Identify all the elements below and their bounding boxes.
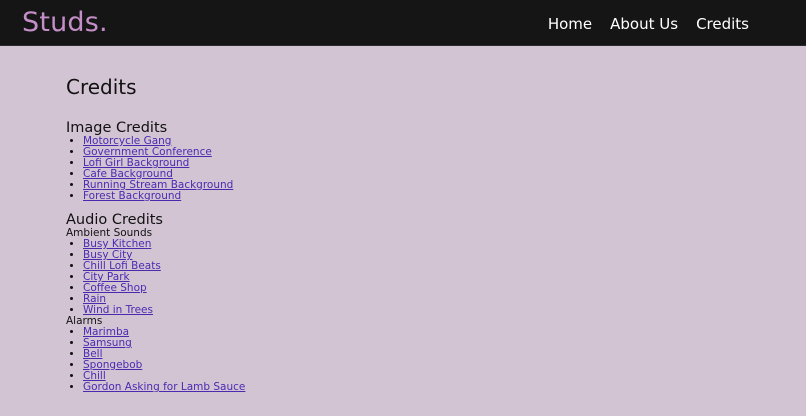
list-item: Coffee Shop — [83, 283, 766, 294]
list-item: Forest Background — [83, 191, 766, 202]
credit-link-forest-background[interactable]: Forest Background — [83, 190, 181, 202]
list-item: Rain — [83, 294, 766, 305]
alarms-label: Alarms — [66, 315, 103, 327]
list-item: Busy City — [83, 250, 766, 261]
image-credits-list: Motorcycle Gang Government Conference Lo… — [66, 136, 766, 202]
audio-credits-heading: Audio Credits — [66, 212, 163, 228]
nav-about-us-link[interactable]: About Us — [610, 14, 678, 34]
nav-links: Home About Us Credits — [548, 14, 749, 34]
list-item: Marimba — [83, 327, 766, 338]
image-credits-heading: Image Credits — [66, 120, 168, 136]
list-item: Chill Lofi Beats — [83, 261, 766, 272]
list-item: Gordon Asking for Lamb Sauce — [83, 382, 766, 393]
brand-logo[interactable]: Studs. — [22, 6, 108, 40]
nav-credits-link[interactable]: Credits — [696, 14, 749, 34]
list-item: Running Stream Background — [83, 180, 766, 191]
list-item: Bell — [83, 349, 766, 360]
nav-home-link[interactable]: Home — [548, 14, 592, 34]
page-title: Credits — [66, 75, 137, 99]
navbar: Studs. Home About Us Credits — [0, 0, 806, 46]
list-item: Samsung — [83, 338, 766, 349]
list-item: City Park — [83, 272, 766, 283]
alarms-list: Marimba Samsung Bell Spongebob Chill Gor… — [66, 327, 766, 393]
list-item: Wind in Trees — [83, 305, 766, 316]
main-content: Credits Image Credits Motorcycle Gang Go… — [66, 74, 766, 393]
list-item: Lofi Girl Background — [83, 158, 766, 169]
list-item: Spongebob — [83, 360, 766, 371]
ambient-sounds-label: Ambient Sounds — [66, 227, 153, 239]
list-item: Busy Kitchen — [83, 239, 766, 250]
ambient-sounds-list: Busy Kitchen Busy City Chill Lofi Beats … — [66, 239, 766, 316]
credit-link-gordon-asking-for-lamb-sauce[interactable]: Gordon Asking for Lamb Sauce — [83, 381, 245, 393]
